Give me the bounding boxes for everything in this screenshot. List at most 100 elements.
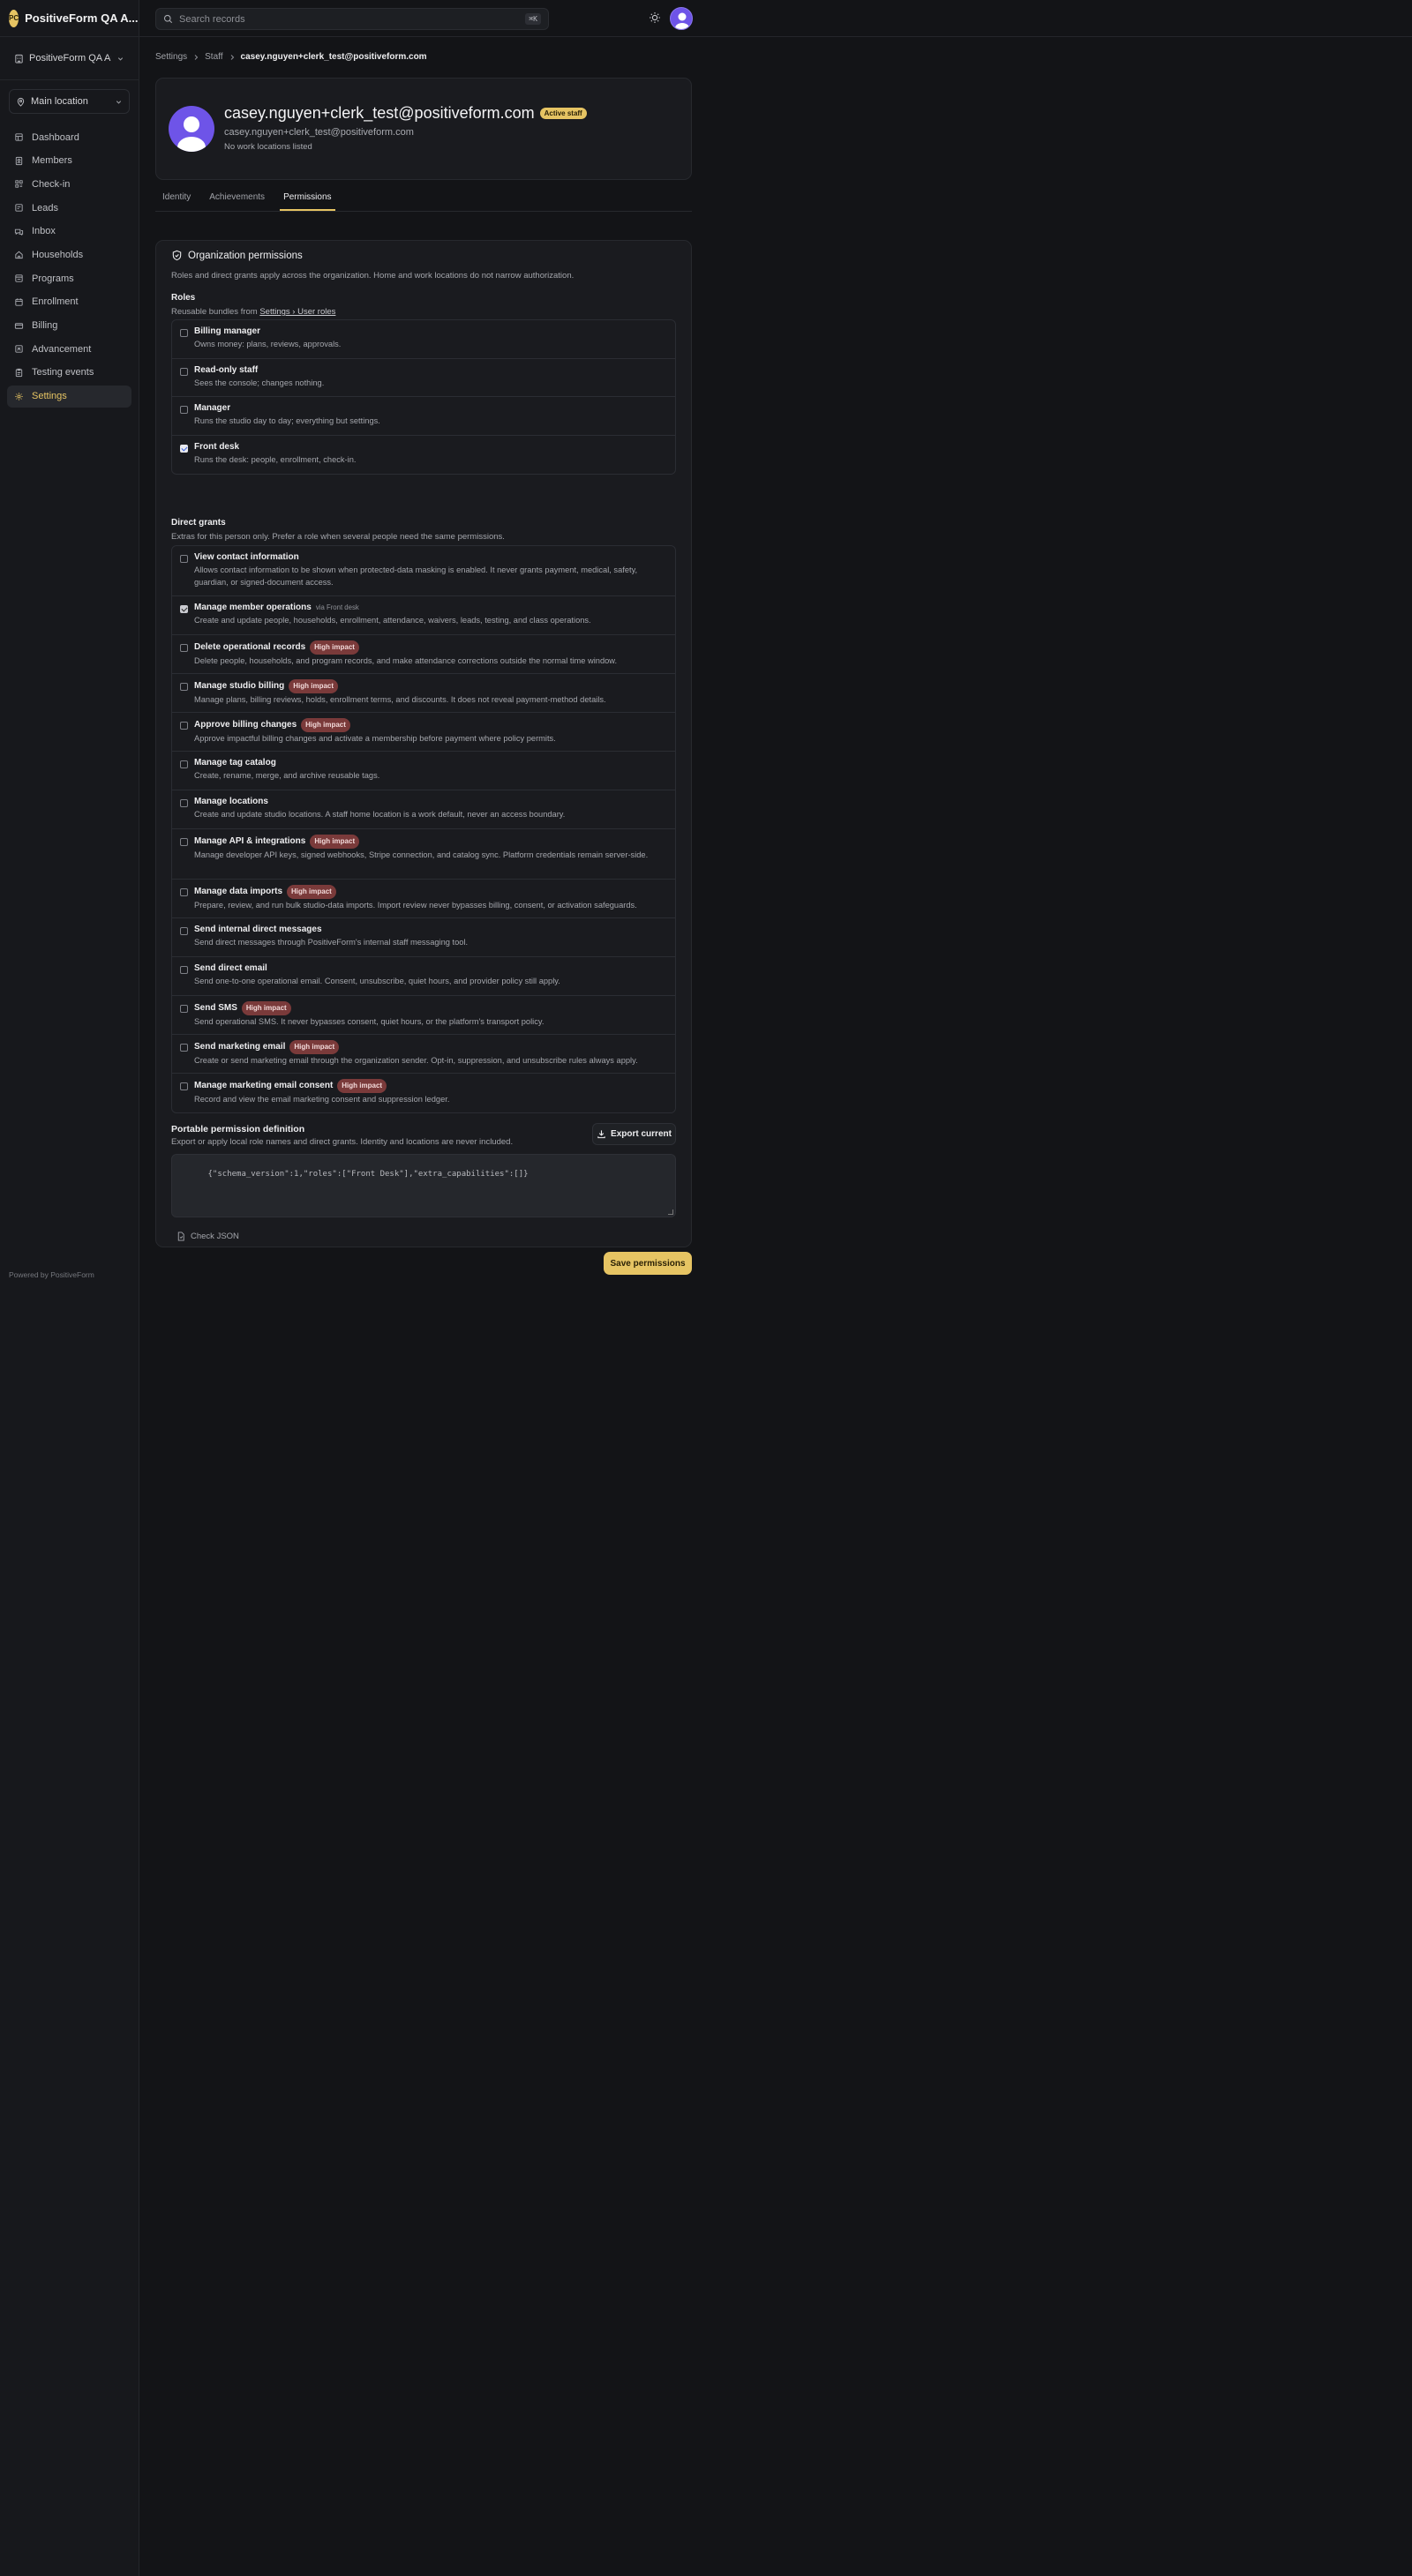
high-impact-badge: High impact <box>287 885 336 899</box>
grant-description: Send operational SMS. It never bypasses … <box>194 1017 545 1026</box>
location-switcher[interactable]: Main location <box>9 89 130 114</box>
grant-name: Manage marketing email consent <box>194 1081 334 1090</box>
grant-checkbox[interactable] <box>180 838 188 846</box>
grant-checkbox[interactable] <box>180 799 188 807</box>
user-roles-link[interactable]: Settings › User roles <box>259 307 335 317</box>
grant-name-row: Send internal direct messages <box>194 924 675 936</box>
grant-checkbox[interactable] <box>180 888 188 896</box>
grant-name-row: Manage data imports High impact <box>194 885 675 899</box>
gear-icon <box>14 392 24 401</box>
download-icon <box>597 1129 606 1139</box>
portable-subtitle: Export or apply local role names and dir… <box>171 1137 514 1147</box>
grant-row[interactable]: Manage marketing email consent High impac… <box>172 1074 675 1112</box>
sidebar-item-label: Check-in <box>32 178 71 190</box>
grant-checkbox[interactable] <box>180 555 188 563</box>
breadcrumb-staff[interactable]: Staff <box>205 52 222 62</box>
grant-checkbox[interactable] <box>180 1082 188 1090</box>
map-pin-icon <box>16 97 26 107</box>
role-checkbox[interactable] <box>180 329 188 337</box>
tab-identity[interactable]: Identity <box>159 192 194 211</box>
theme-toggle-icon[interactable] <box>649 11 661 26</box>
grant-name: Manage member operations <box>194 603 312 612</box>
grant-checkbox[interactable] <box>180 1044 188 1052</box>
grant-name-row: Send SMS High impact <box>194 1001 675 1015</box>
profile-name-row: casey.nguyen+clerk_test@positiveform.com… <box>224 104 587 123</box>
role-name: Billing manager <box>194 326 261 336</box>
sidebar-item-testing-events[interactable]: Testing events <box>7 362 131 384</box>
grant-checkbox[interactable] <box>180 644 188 652</box>
sidebar-item-dashboard[interactable]: Dashboard <box>7 126 131 148</box>
sidebar-item-settings[interactable]: Settings <box>7 385 131 408</box>
org-switcher-label: PositiveForm QA Au... <box>29 53 111 64</box>
tab-achievements[interactable]: Achievements <box>206 192 268 211</box>
sidebar-item-inbox[interactable]: Inbox <box>7 221 131 243</box>
grant-row[interactable]: Manage data imports High impact Prepare, r… <box>172 880 675 918</box>
role-row[interactable]: Manager Runs the studio day to day; every… <box>172 397 675 436</box>
sidebar-item-leads[interactable]: Leads <box>7 197 131 219</box>
profile-email: casey.nguyen+clerk_test@positiveform.com <box>224 127 414 138</box>
grant-row[interactable]: Manage member operations via Front desk Cr… <box>172 596 675 635</box>
grant-row[interactable]: Manage tag catalog Create, rename, merge,… <box>172 752 675 790</box>
breadcrumb-settings[interactable]: Settings <box>155 52 187 62</box>
grant-name-row: Send direct email <box>194 962 675 975</box>
grant-checkbox[interactable] <box>180 722 188 730</box>
grant-name-row: Manage member operations via Front desk <box>194 602 675 614</box>
brand-logo: PC <box>9 9 19 27</box>
export-current-label: Export current <box>611 1129 672 1139</box>
grant-row[interactable]: Manage API & integrations High impact Mana… <box>172 829 675 880</box>
grant-checkbox[interactable] <box>180 1005 188 1013</box>
grant-row[interactable]: Send internal direct messages Send direct… <box>172 918 675 957</box>
sidebar-item-billing[interactable]: Billing <box>7 315 131 337</box>
permission-json-textarea[interactable]: {"schema_version":1,"roles":["Front Desk… <box>171 1154 676 1217</box>
sidebar-item-label: Enrollment <box>32 296 79 308</box>
role-checkbox[interactable] <box>180 444 188 453</box>
grant-checkbox[interactable] <box>180 760 188 768</box>
grant-checkbox[interactable] <box>180 605 188 613</box>
enrollment-icon <box>14 297 24 307</box>
grant-row[interactable]: Delete operational records High impact Del… <box>172 635 675 674</box>
role-row[interactable]: Front desk Runs the desk: people, enrollm… <box>172 436 675 475</box>
grant-row[interactable]: Manage studio billing High impact Manage p… <box>172 674 675 713</box>
grant-checkbox[interactable] <box>180 927 188 935</box>
org-switcher[interactable]: PositiveForm QA Au... <box>9 46 130 71</box>
resize-handle[interactable] <box>668 1209 673 1215</box>
sidebar-item-enrollment[interactable]: Enrollment <box>7 291 131 313</box>
grant-name-row: Manage locations <box>194 796 675 808</box>
tab-permissions[interactable]: Permissions <box>280 192 335 211</box>
save-permissions-button[interactable]: Save permissions <box>604 1252 692 1275</box>
grant-row[interactable]: Approve billing changes High impact Approv… <box>172 713 675 752</box>
sidebar-item-advancement[interactable]: Advancement <box>7 338 131 360</box>
grant-row[interactable]: Send direct email Send one-to-one operati… <box>172 957 675 996</box>
export-current-button[interactable]: Export current <box>592 1123 676 1145</box>
user-avatar[interactable] <box>670 7 693 30</box>
sidebar-item-members[interactable]: Members <box>7 150 131 172</box>
file-check-icon <box>176 1232 185 1241</box>
sidebar-item-households[interactable]: Households <box>7 243 131 266</box>
grant-row[interactable]: Manage locations Create and update studio… <box>172 790 675 829</box>
grant-row[interactable]: Send SMS High impact Send operational SMS.… <box>172 996 675 1035</box>
grant-row[interactable]: View contact information Allows contact i… <box>172 546 675 596</box>
sidebar-item-label: Leads <box>32 202 58 213</box>
grant-row[interactable]: Send marketing email High impact Create or… <box>172 1035 675 1074</box>
search-bar[interactable]: Search records ⌘K <box>155 8 549 30</box>
grant-checkbox[interactable] <box>180 966 188 974</box>
sidebar-item-programs[interactable]: Programs <box>7 267 131 289</box>
powered-by: Powered by PositiveForm <box>9 1270 94 1279</box>
permissions-subtitle: Roles and direct grants apply across the… <box>171 271 575 281</box>
role-checkbox[interactable] <box>180 406 188 414</box>
permissions-title: Organization permissions <box>188 250 303 261</box>
sidebar-item-label: Programs <box>32 273 74 284</box>
breadcrumb: Settings Staff casey.nguyen+clerk_test@p… <box>155 52 427 62</box>
grant-checkbox[interactable] <box>180 683 188 691</box>
role-checkbox[interactable] <box>180 367 188 376</box>
role-row[interactable]: Billing manager Owns money: plans, review… <box>172 320 675 359</box>
sidebar-item-label: Households <box>32 249 84 260</box>
roles-list: Billing manager Owns money: plans, review… <box>171 319 676 475</box>
grant-name: Manage data imports <box>194 887 283 896</box>
role-row[interactable]: Read-only staff Sees the console; changes… <box>172 359 675 397</box>
search-input[interactable]: Search records <box>179 14 519 25</box>
brand-header[interactable]: PC PositiveForm QA A... <box>0 0 139 37</box>
sidebar-item-check-in[interactable]: Check-in <box>7 173 131 195</box>
grant-description: Send one-to-one operational email. Conse… <box>194 977 560 985</box>
check-json-button[interactable]: Check JSON <box>176 1232 239 1241</box>
